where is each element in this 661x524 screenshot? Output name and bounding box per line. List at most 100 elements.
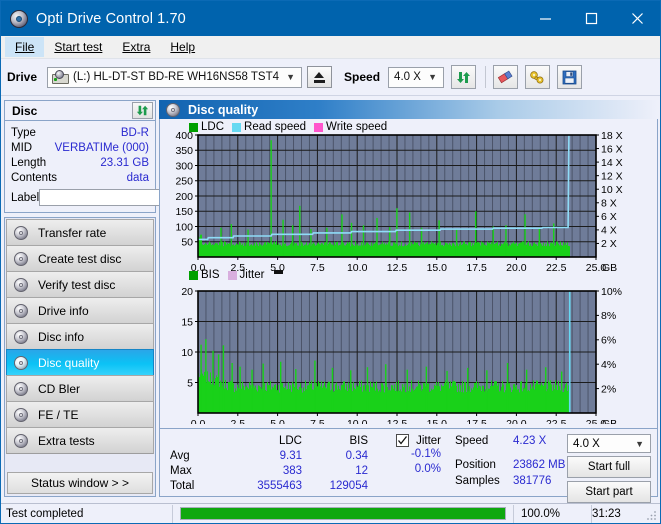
svg-text:6 X: 6 X xyxy=(601,211,617,223)
eraser-icon xyxy=(497,70,513,83)
legend-ldc-label: LDC xyxy=(201,121,225,133)
stats-total-ldc: 3555463 xyxy=(257,479,302,492)
legend-read-speed: Read speed xyxy=(232,121,306,133)
erase-button[interactable] xyxy=(493,65,519,89)
svg-text:12.5: 12.5 xyxy=(387,262,408,274)
sidebar-item-drive-info[interactable]: Drive info xyxy=(6,297,154,324)
disc-panel: Disc Type BD-R MID VERBATIMe (000) Lengt… xyxy=(4,100,244,213)
test-speed-value: 4.0 X xyxy=(573,437,600,450)
menu-extra[interactable]: Extra xyxy=(112,37,160,57)
sidebar-item-disc-quality[interactable]: Disc quality xyxy=(6,349,154,376)
stats-max-label: Max xyxy=(170,464,192,477)
stats-row-total: Total 3555463 129054 xyxy=(160,478,445,493)
sidebar-item-disc-info[interactable]: Disc info xyxy=(6,323,154,350)
status-text: Test completed xyxy=(1,504,173,523)
svg-text:4%: 4% xyxy=(601,359,616,371)
resize-grip-icon[interactable] xyxy=(646,509,658,521)
menu-start-test[interactable]: Start test xyxy=(44,37,112,57)
jitter-avg-value: -0.1% xyxy=(410,448,441,460)
status-percent: 100.0% xyxy=(513,504,591,523)
stats-samples-value: 381776 xyxy=(513,475,552,487)
stats-total-label: Total xyxy=(170,479,195,492)
menu-file-label: File xyxy=(15,40,35,54)
legend-swatch-jitter xyxy=(227,270,237,280)
svg-text:17.5: 17.5 xyxy=(466,418,487,424)
minimize-button[interactable] xyxy=(522,1,568,36)
svg-text:250: 250 xyxy=(175,176,193,188)
sidebar-item-label: FE / TE xyxy=(38,407,79,422)
stats-panel: LDC BIS Avg 9.31 0.34 Max 383 12 Total 3… xyxy=(159,429,658,503)
disc-length-value: 23.31 GB xyxy=(100,156,149,169)
jitter-max-value: 0.0% xyxy=(414,463,441,475)
stats-position-label: Position xyxy=(455,459,496,471)
app-disc-icon xyxy=(10,9,28,28)
legend-write-speed: Write speed xyxy=(314,121,387,133)
sidebar-item-transfer-rate[interactable]: Transfer rate xyxy=(6,219,154,246)
maximize-button[interactable] xyxy=(568,1,614,36)
drive-select[interactable]: (L:) HL-DT-ST BD-RE WH16NS58 TST4 ▼ xyxy=(47,66,303,88)
sidebar-item-extra-tests[interactable]: Extra tests xyxy=(6,427,154,454)
save-button[interactable] xyxy=(557,65,583,89)
test-speed-select[interactable]: 4.0 X ▼ xyxy=(567,434,651,453)
disc-contents-key: Contents xyxy=(11,171,58,184)
sidebar-item-cd-bler[interactable]: CD Bler xyxy=(6,375,154,402)
status-bar: Test completed 100.0% 31:23 xyxy=(1,503,660,523)
status-window-label: Status window > > xyxy=(30,476,130,490)
main-content: Disc Type BD-R MID VERBATIMe (000) Lengt… xyxy=(1,96,660,503)
close-button[interactable] xyxy=(614,1,660,36)
start-full-button[interactable]: Start full xyxy=(567,456,651,478)
top-chart-legend: LDC Read speed Write speed xyxy=(189,121,395,133)
graph-title: Disc quality xyxy=(188,102,259,117)
svg-text:5: 5 xyxy=(187,377,193,389)
svg-text:2%: 2% xyxy=(601,383,616,395)
sidebar-item-create-test-disc[interactable]: Create test disc xyxy=(6,245,154,272)
svg-text:16 X: 16 X xyxy=(601,143,623,155)
stats-total-bis: 129054 xyxy=(329,479,368,492)
menu-file[interactable]: File xyxy=(5,37,45,57)
svg-text:2.5: 2.5 xyxy=(230,418,245,424)
svg-text:10.0: 10.0 xyxy=(347,418,368,424)
svg-text:100: 100 xyxy=(175,221,193,233)
svg-text:20.0: 20.0 xyxy=(506,262,527,274)
sidebar-item-verify-test-disc[interactable]: Verify test disc xyxy=(6,271,154,298)
refresh-button[interactable] xyxy=(451,65,477,89)
sidebar-item-label: Create test disc xyxy=(38,251,122,266)
jitter-checkbox[interactable] xyxy=(396,434,410,447)
menu-start-test-label: Start test xyxy=(54,40,103,54)
svg-text:8%: 8% xyxy=(601,310,616,322)
tools-icon xyxy=(530,70,544,83)
right-column: Disc quality LDC Read speed Write speed … xyxy=(159,100,658,503)
status-window-button[interactable]: Status window > > xyxy=(7,472,153,494)
svg-text:20.0: 20.0 xyxy=(506,418,527,424)
svg-text:7.5: 7.5 xyxy=(310,262,325,274)
svg-text:17.5: 17.5 xyxy=(466,262,487,274)
start-part-button[interactable]: Start part xyxy=(567,481,651,503)
sidebar-item-fe-te[interactable]: FE / TE xyxy=(6,401,154,428)
svg-text:12 X: 12 X xyxy=(601,170,623,182)
menu-help[interactable]: Help xyxy=(160,37,205,57)
test-icon xyxy=(13,329,29,345)
disc-mid-value: VERBATIMe (000) xyxy=(54,141,149,154)
disc-refresh-button[interactable] xyxy=(132,102,153,119)
svg-text:15: 15 xyxy=(181,316,193,328)
stats-row-max: Max 383 12 xyxy=(160,463,445,478)
eject-button[interactable] xyxy=(307,66,333,88)
svg-text:300: 300 xyxy=(175,160,193,172)
legend-bis: BIS xyxy=(189,269,220,281)
tools-button[interactable] xyxy=(525,65,551,89)
speed-label: Speed xyxy=(344,70,381,84)
svg-text:15.0: 15.0 xyxy=(427,262,448,274)
drive-select-value: (L:) HL-DT-ST BD-RE WH16NS58 TST4 xyxy=(73,71,280,83)
menu-help-label: Help xyxy=(170,40,196,54)
svg-text:12.5: 12.5 xyxy=(387,418,408,424)
disc-type-value: BD-R xyxy=(120,126,149,139)
stats-speed-value: 4.23 X xyxy=(513,435,547,447)
start-part-label: Start part xyxy=(585,486,633,498)
legend-jitter-label: Jitter xyxy=(239,269,265,281)
progress-bar-fill xyxy=(181,508,505,519)
sidebar-item-label: Disc quality xyxy=(38,355,100,370)
window-title: Opti Drive Control 1.70 xyxy=(36,10,186,27)
disc-contents-value: data xyxy=(126,171,149,184)
drive-toolbar: Drive (L:) HL-DT-ST BD-RE WH16NS58 TST4 … xyxy=(1,59,660,96)
speed-select[interactable]: 4.0 X ▼ xyxy=(388,66,445,88)
